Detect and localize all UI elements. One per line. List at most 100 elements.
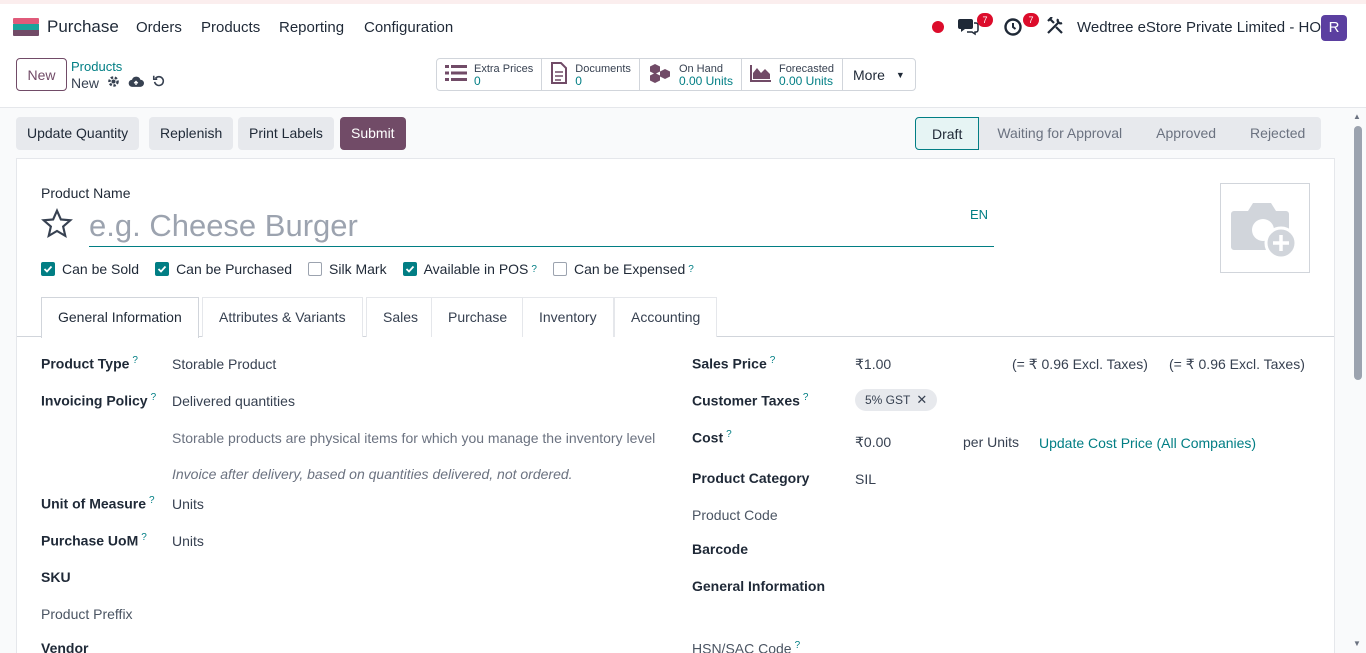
document-icon <box>550 62 568 87</box>
cost-value[interactable]: ₹0.00 <box>855 434 891 451</box>
camera-add-icon <box>1231 203 1298 259</box>
status-rejected[interactable]: Rejected <box>1232 117 1322 150</box>
extra-prices-value: 0 <box>474 73 481 88</box>
discard-undo-icon[interactable] <box>152 74 166 91</box>
menu-products[interactable]: Products <box>201 19 260 36</box>
tab-attributes-variants[interactable]: Attributes & Variants <box>202 297 363 337</box>
product-image-upload[interactable] <box>1220 183 1310 273</box>
breadcrumb: New <box>71 74 166 91</box>
tools-icon[interactable] <box>1046 16 1072 39</box>
help-tooltip-icon[interactable]: ? <box>149 495 155 506</box>
purchase-uom-value[interactable]: Units <box>172 533 204 549</box>
sales-price-label: Sales Price? <box>692 355 776 372</box>
sales-price-value[interactable]: ₹1.00 <box>855 356 891 373</box>
breadcrumb-products[interactable]: Products <box>71 59 122 74</box>
notebook-tabs: General Information Attributes & Variant… <box>17 297 1334 338</box>
barcode-label: Barcode <box>692 541 749 557</box>
language-button[interactable]: EN <box>970 207 988 222</box>
silk-mark-checkbox[interactable]: Silk Mark <box>308 261 387 277</box>
menu-configuration[interactable]: Configuration <box>364 19 453 36</box>
tab-purchase[interactable]: Purchase <box>431 297 525 337</box>
product-category-value[interactable]: SIL <box>855 471 876 487</box>
tab-sales[interactable]: Sales <box>366 297 436 337</box>
can-be-sold-checkbox[interactable]: Can be Sold <box>41 261 139 277</box>
tax-tag-gst[interactable]: 5% GST ✕ <box>855 389 938 411</box>
excl-taxes-2: (= ₹ 0.96 Excl. Taxes) <box>1169 356 1305 372</box>
can-be-sold-label: Can be Sold <box>62 261 140 277</box>
status-draft[interactable]: Draft <box>915 117 980 150</box>
help-tooltip-icon[interactable]: ? <box>795 640 801 651</box>
cloud-upload-icon[interactable] <box>128 75 145 91</box>
recording-dot-icon[interactable] <box>932 21 944 33</box>
vendor-label: Vendor <box>41 640 89 653</box>
page-scrollbar[interactable] <box>1354 126 1362 380</box>
product-code-label: Product Code <box>692 507 778 523</box>
tab-general-information[interactable]: General Information <box>41 297 199 338</box>
help-tooltip-icon[interactable]: ? <box>151 392 157 403</box>
documents-button[interactable]: Documents 0 <box>542 59 640 90</box>
checkbox-checked-icon <box>41 262 55 276</box>
can-be-expensed-checkbox[interactable]: Can be Expensed? <box>552 261 694 277</box>
invoice-help-text: Invoice after delivery, based on quantit… <box>172 466 573 482</box>
documents-label: Documents <box>575 62 631 75</box>
scroll-up-icon[interactable]: ▲ <box>1353 112 1361 121</box>
help-tooltip-icon[interactable]: ? <box>141 532 147 543</box>
star-favorite-icon[interactable] <box>41 208 73 243</box>
on-hand-label: On Hand <box>678 62 723 75</box>
gear-icon[interactable] <box>107 75 120 91</box>
checkbox-empty-icon <box>308 262 323 276</box>
product-type-value[interactable]: Storable Product <box>172 356 276 372</box>
update-cost-price-link[interactable]: Update Cost Price (All Companies) <box>1039 435 1256 451</box>
purchase-app-icon[interactable] <box>13 18 39 36</box>
new-button[interactable]: New <box>16 58 67 91</box>
status-waiting-for-approval[interactable]: Waiting for Approval <box>979 117 1139 150</box>
app-name[interactable]: Purchase <box>47 17 119 37</box>
product-flags: Can be Sold Can be Purchased Silk Mark A… <box>41 261 710 277</box>
invoicing-policy-value[interactable]: Delivered quantities <box>172 393 295 409</box>
submit-button[interactable]: Submit <box>340 117 406 150</box>
help-tooltip-icon[interactable]: ? <box>803 392 809 403</box>
unit-of-measure-label: Unit of Measure? <box>41 495 155 512</box>
caret-down-icon: ▼ <box>895 69 905 80</box>
help-tooltip-icon[interactable]: ? <box>770 355 776 366</box>
menu-orders[interactable]: Orders <box>136 19 182 36</box>
messages-icon[interactable]: 7 <box>957 13 993 38</box>
help-tooltip-icon[interactable]: ? <box>132 355 138 366</box>
cubes-icon <box>648 63 672 86</box>
sku-label: SKU <box>41 569 71 585</box>
product-type-label: Product Type? <box>41 355 138 372</box>
product-prefix-label: Product Preffix <box>41 606 133 622</box>
activities-clock-icon[interactable]: 7 <box>1003 13 1039 38</box>
status-approved[interactable]: Approved <box>1138 117 1233 150</box>
on-hand-button[interactable]: On Hand 0.00 Units <box>640 59 742 90</box>
storable-help-text: Storable products are physical items for… <box>172 430 656 446</box>
available-in-pos-checkbox[interactable]: Available in POS? <box>402 261 537 277</box>
menu-reporting[interactable]: Reporting <box>279 19 344 36</box>
tab-accounting[interactable]: Accounting <box>614 297 718 337</box>
replenish-button[interactable]: Replenish <box>149 117 234 150</box>
silk-mark-label: Silk Mark <box>329 261 387 277</box>
help-tooltip-icon[interactable]: ? <box>726 429 732 440</box>
user-avatar[interactable]: R <box>1321 15 1347 41</box>
close-icon[interactable]: ✕ <box>916 392 927 407</box>
forecasted-button[interactable]: Forecasted 0.00 Units <box>742 59 843 90</box>
excl-taxes-1: (= ₹ 0.96 Excl. Taxes) <box>1012 356 1148 372</box>
cost-label: Cost? <box>692 429 732 446</box>
tab-inventory[interactable]: Inventory <box>522 297 614 337</box>
help-tooltip-icon[interactable]: ? <box>531 264 537 275</box>
product-name-input[interactable] <box>89 205 994 247</box>
form-sheet: Product Name EN Can be Sold Can be Purch… <box>16 158 1335 653</box>
extra-prices-button[interactable]: Extra Prices 0 <box>437 59 543 90</box>
unit-of-measure-value[interactable]: Units <box>172 496 204 512</box>
customer-taxes-label: Customer Taxes? <box>692 392 809 409</box>
company-switcher[interactable]: Wedtree eStore Private Limited - HO <box>1077 19 1321 36</box>
purchase-uom-label: Purchase UoM? <box>41 532 147 549</box>
help-tooltip-icon[interactable]: ? <box>688 264 694 275</box>
print-labels-button[interactable]: Print Labels <box>238 117 334 150</box>
checkbox-checked-icon <box>155 262 170 276</box>
checkbox-empty-icon <box>552 262 567 276</box>
can-be-purchased-checkbox[interactable]: Can be Purchased <box>155 261 292 277</box>
more-dropdown[interactable]: More ▼ <box>843 59 915 90</box>
update-quantity-button[interactable]: Update Quantity <box>16 117 140 150</box>
scroll-down-icon[interactable]: ▼ <box>1353 639 1361 648</box>
